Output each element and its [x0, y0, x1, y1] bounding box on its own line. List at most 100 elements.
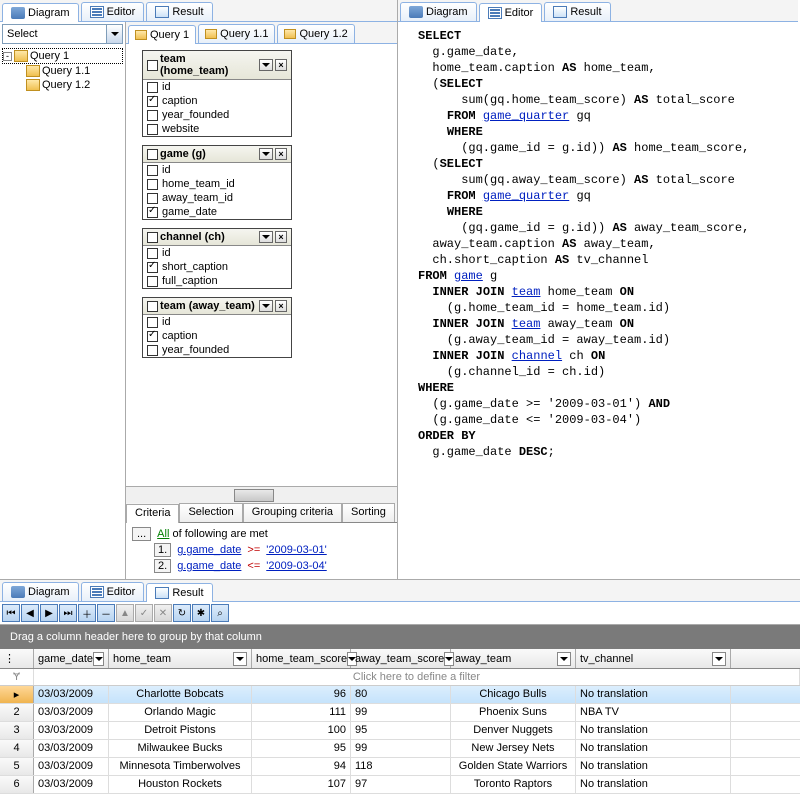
criteria-operator[interactable]: >=	[247, 544, 260, 556]
criteria-value-link[interactable]: '2009-03-04'	[266, 560, 326, 572]
nav-button[interactable]: ▶	[40, 604, 58, 622]
entity-dropdown-button[interactable]	[259, 59, 273, 71]
entity-dropdown-button[interactable]	[259, 300, 273, 312]
criteria-tab[interactable]: Criteria	[126, 504, 179, 523]
nav-button[interactable]: ⏭	[59, 604, 77, 622]
tree-root[interactable]: - Query 1	[2, 48, 123, 64]
entity-box[interactable]: team (away_team)×idcaptionyear_founded	[142, 297, 292, 358]
table-row[interactable]: 203/03/2009Orlando Magic11199Phoenix Sun…	[0, 704, 800, 722]
checkbox-icon[interactable]	[147, 276, 158, 287]
tab-editor[interactable]: Editor	[479, 3, 543, 22]
scrollbar-thumb[interactable]	[234, 489, 274, 502]
entity-field[interactable]: id	[143, 163, 291, 177]
query-tab[interactable]: Query 1	[128, 25, 196, 44]
checkbox-icon[interactable]	[147, 317, 158, 328]
close-icon[interactable]: ×	[275, 148, 287, 160]
checkbox-icon[interactable]	[147, 124, 158, 135]
filter-dropdown-icon[interactable]	[712, 652, 726, 666]
entity-header[interactable]: team (away_team)×	[143, 298, 291, 315]
filter-row[interactable]: Ɏ Click here to define a filter	[0, 669, 800, 686]
entity-field[interactable]: short_caption	[143, 260, 291, 274]
nav-button[interactable]: ◀	[21, 604, 39, 622]
entity-header[interactable]: team (home_team)×	[143, 51, 291, 80]
checkbox-icon[interactable]	[147, 149, 158, 160]
entity-box[interactable]: team (home_team)×idcaptionyear_foundedwe…	[142, 50, 292, 137]
nav-button[interactable]: ↻	[173, 604, 191, 622]
criteria-row[interactable]: 1.g.game_date>='2009-03-01'	[154, 543, 391, 557]
table-row[interactable]: ▸03/03/2009Charlotte Bobcats9680Chicago …	[0, 686, 800, 704]
nav-button[interactable]: ＋	[78, 604, 96, 622]
col-header[interactable]: home_team_score	[252, 649, 351, 668]
checkbox-icon[interactable]	[147, 110, 158, 121]
tree-child[interactable]: Query 1.1	[2, 64, 123, 78]
nav-button[interactable]: ⏮	[2, 604, 20, 622]
horizontal-scrollbar[interactable]	[126, 486, 397, 503]
table-row[interactable]: 503/03/2009Minnesota Timberwolves94118Go…	[0, 758, 800, 776]
entity-box[interactable]: game (g)×idhome_team_idaway_team_idgame_…	[142, 145, 292, 220]
checkbox-icon[interactable]	[147, 179, 158, 190]
close-icon[interactable]: ×	[275, 300, 287, 312]
nav-button[interactable]: ⌕	[211, 604, 229, 622]
nav-button[interactable]: ✓	[135, 604, 153, 622]
filter-dropdown-icon[interactable]	[93, 652, 104, 666]
criteria-field-link[interactable]: g.game_date	[177, 560, 241, 572]
entity-dropdown-button[interactable]	[259, 231, 273, 243]
checkbox-icon[interactable]	[147, 232, 158, 243]
tab-diagram[interactable]: Diagram	[2, 582, 79, 601]
nav-button[interactable]: －	[97, 604, 115, 622]
table-row[interactable]: 403/03/2009Milwaukee Bucks9599New Jersey…	[0, 740, 800, 758]
checkbox-icon[interactable]	[147, 248, 158, 259]
entity-field[interactable]: website	[143, 122, 291, 136]
tab-editor[interactable]: Editor	[81, 2, 145, 21]
diagram-canvas[interactable]: team (home_team)×idcaptionyear_foundedwe…	[126, 44, 397, 486]
entity-header[interactable]: game (g)×	[143, 146, 291, 163]
checkbox-icon[interactable]	[147, 193, 158, 204]
entity-field[interactable]: caption	[143, 329, 291, 343]
col-header[interactable]: home_team	[109, 649, 252, 668]
tab-result[interactable]: Result	[146, 583, 212, 602]
entity-field[interactable]: id	[143, 246, 291, 260]
criteria-field-link[interactable]: g.game_date	[177, 544, 241, 556]
tree-child[interactable]: Query 1.2	[2, 78, 123, 92]
nav-button[interactable]: ✕	[154, 604, 172, 622]
checkbox-icon[interactable]	[147, 345, 158, 356]
filter-dropdown-icon[interactable]	[233, 652, 247, 666]
checkbox-icon[interactable]	[147, 60, 158, 71]
filter-dropdown-icon[interactable]	[557, 652, 571, 666]
checkbox-icon[interactable]	[147, 262, 158, 273]
criteria-menu-button[interactable]: ...	[132, 527, 151, 541]
criteria-tab[interactable]: Grouping criteria	[243, 503, 342, 522]
entity-field[interactable]: away_team_id	[143, 191, 291, 205]
tab-diagram[interactable]: Diagram	[2, 3, 79, 22]
col-header[interactable]: away_team_score	[351, 649, 451, 668]
tab-diagram[interactable]: Diagram	[400, 2, 477, 21]
criteria-tab[interactable]: Selection	[179, 503, 242, 522]
col-header[interactable]: away_team	[451, 649, 576, 668]
entity-field[interactable]: full_caption	[143, 274, 291, 288]
checkbox-icon[interactable]	[147, 301, 158, 312]
tab-editor[interactable]: Editor	[81, 582, 145, 601]
entity-field[interactable]: home_team_id	[143, 177, 291, 191]
entity-field[interactable]: year_founded	[143, 343, 291, 357]
sql-editor[interactable]: SELECT g.game_date, home_team.caption AS…	[398, 22, 798, 579]
entity-header[interactable]: channel (ch)×	[143, 229, 291, 246]
nav-button[interactable]: ✱	[192, 604, 210, 622]
col-header[interactable]: game_date	[34, 649, 109, 668]
criteria-operator[interactable]: <=	[247, 560, 260, 572]
criteria-value-link[interactable]: '2009-03-01'	[266, 544, 326, 556]
entity-field[interactable]: year_founded	[143, 108, 291, 122]
tab-result[interactable]: Result	[146, 2, 212, 21]
select-combo[interactable]: Select	[2, 24, 123, 44]
entity-field[interactable]: caption	[143, 94, 291, 108]
query-tab[interactable]: Query 1.1	[198, 24, 275, 43]
group-by-bar[interactable]: Drag a column header here to group by th…	[0, 625, 800, 649]
criteria-tab[interactable]: Sorting	[342, 503, 395, 522]
checkbox-icon[interactable]	[147, 331, 158, 342]
close-icon[interactable]: ×	[275, 59, 287, 71]
entity-field[interactable]: id	[143, 315, 291, 329]
close-icon[interactable]: ×	[275, 231, 287, 243]
table-row[interactable]: 303/03/2009Detroit Pistons10095Denver Nu…	[0, 722, 800, 740]
tab-result[interactable]: Result	[544, 2, 610, 21]
criteria-row[interactable]: 2.g.game_date<='2009-03-04'	[154, 559, 391, 573]
col-header[interactable]: tv_channel	[576, 649, 731, 668]
